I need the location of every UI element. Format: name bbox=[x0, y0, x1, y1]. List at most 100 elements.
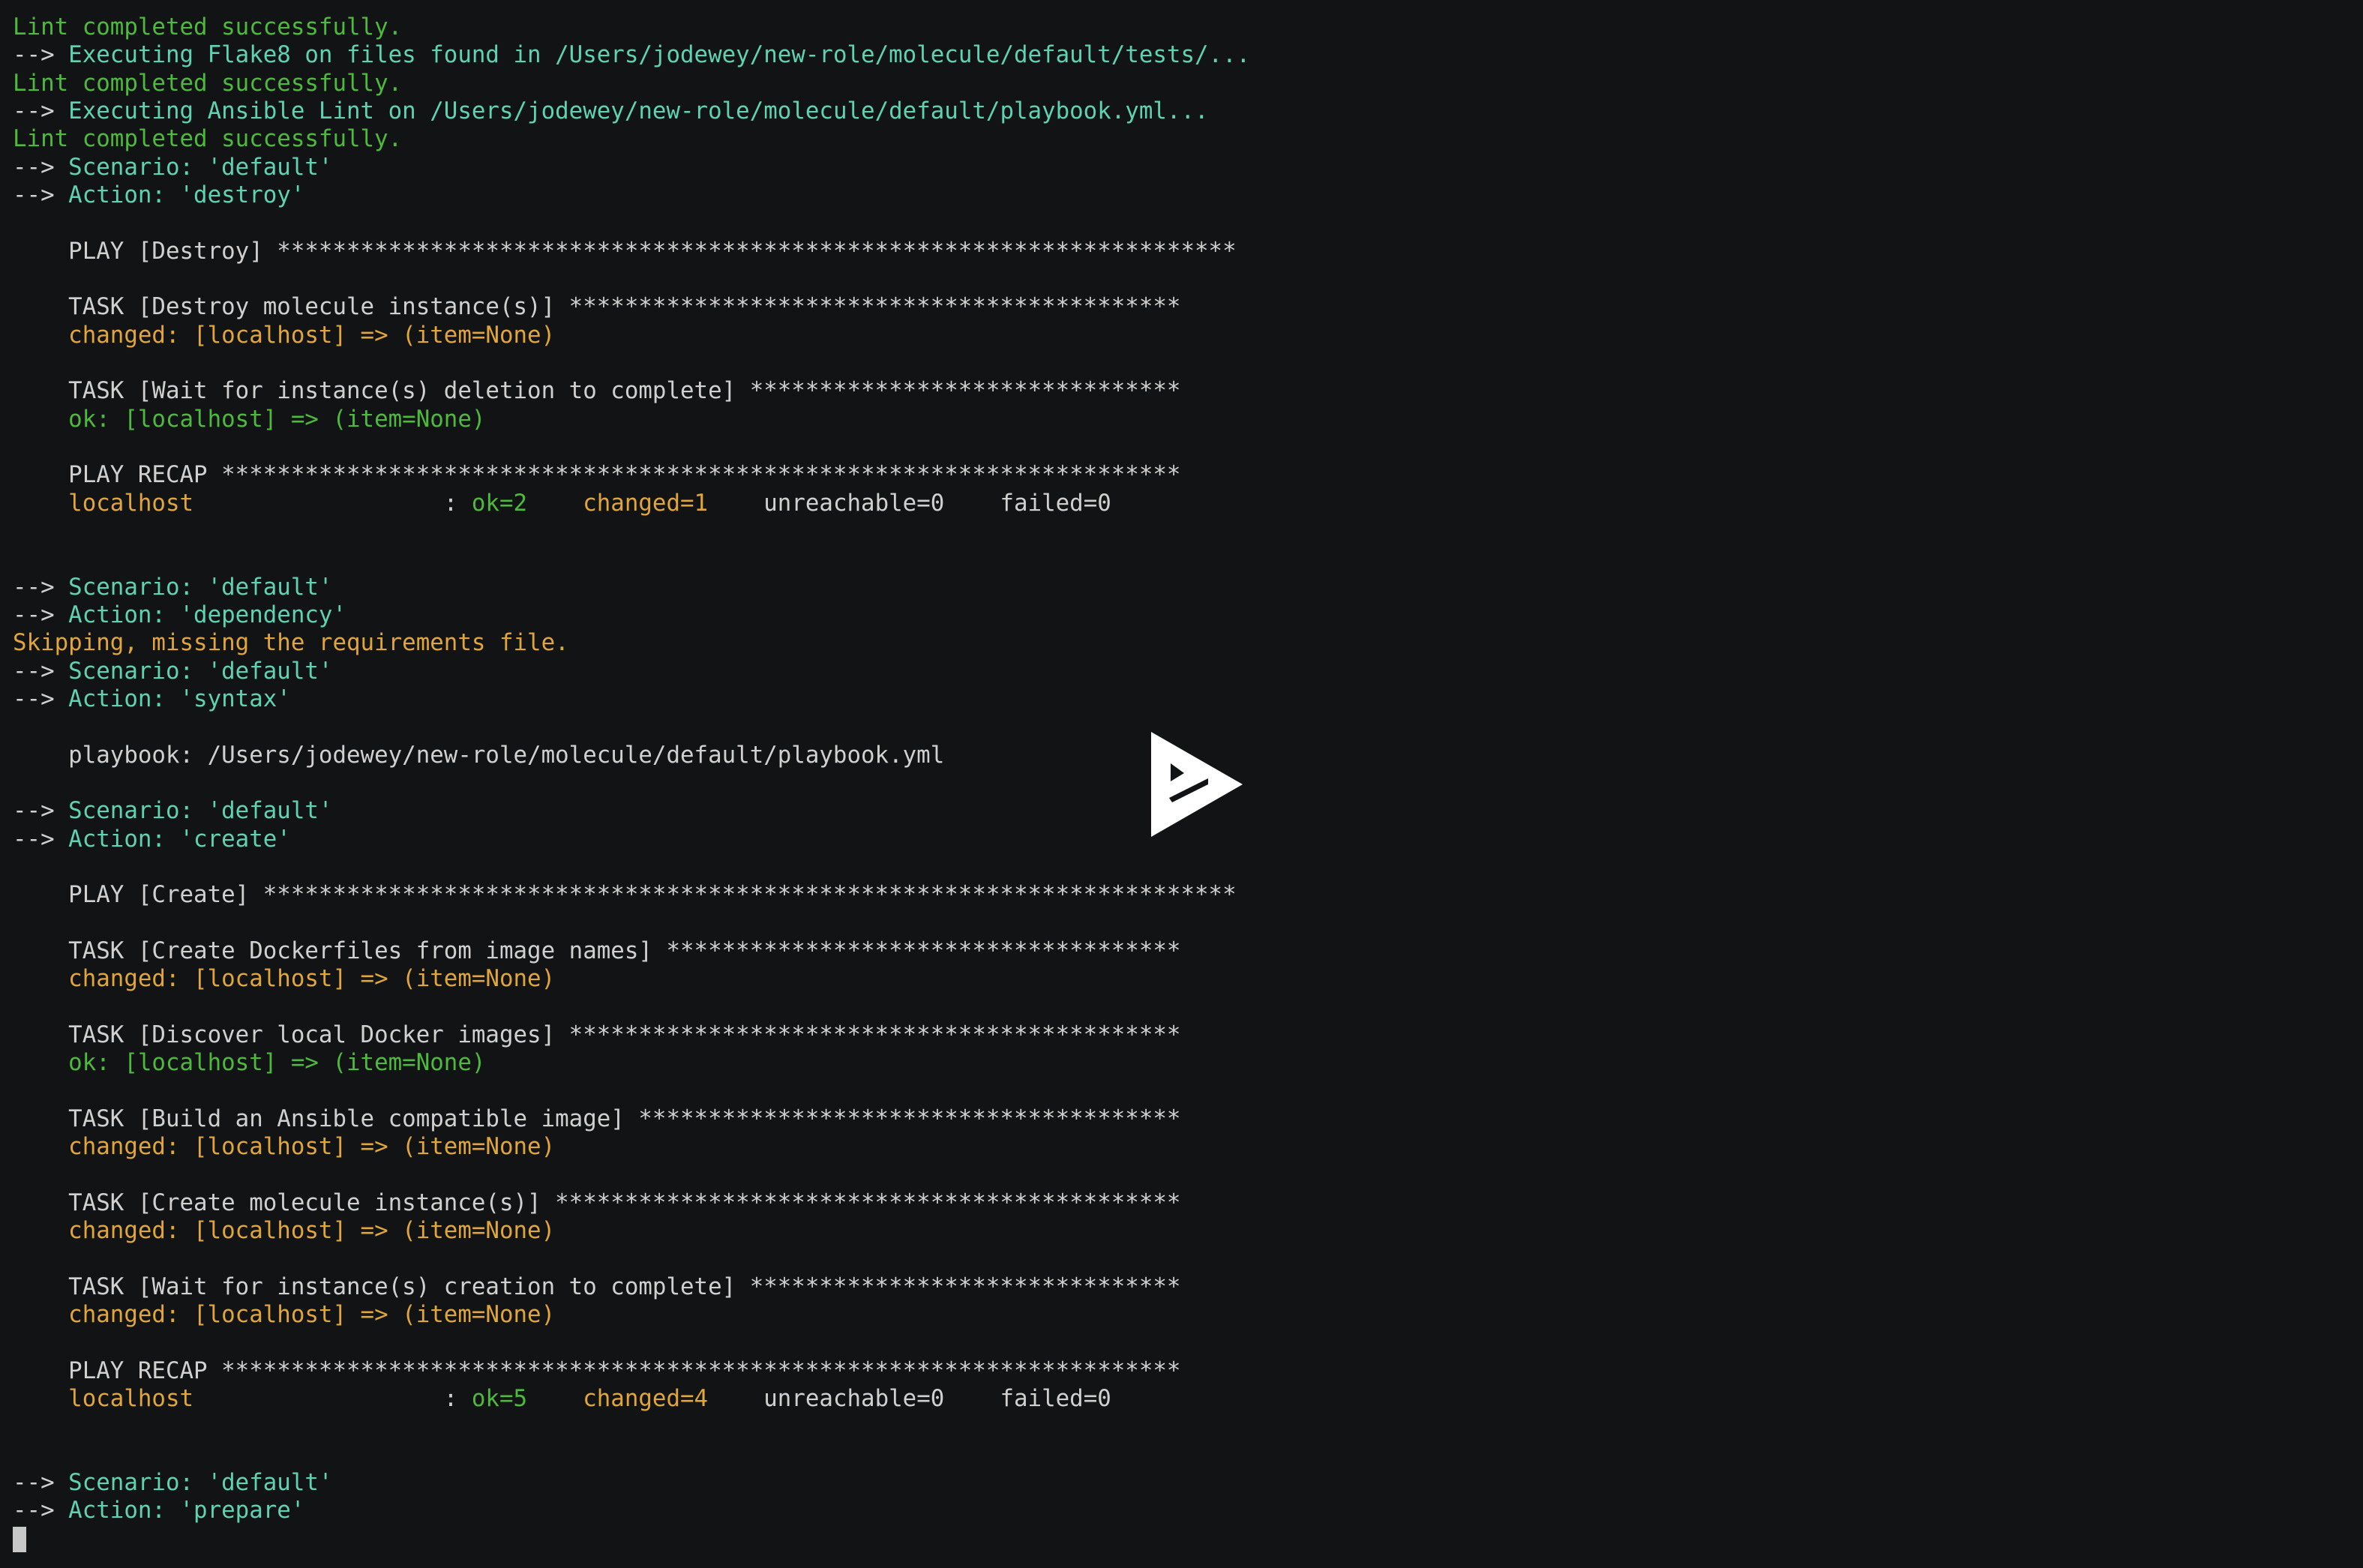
terminal-line: --> Action: 'dependency' bbox=[13, 601, 2363, 629]
terminal-text-segment: localhost bbox=[13, 489, 194, 517]
terminal-text-segment: PLAY RECAP *****************************… bbox=[13, 461, 1181, 489]
terminal-text-segment: changed: [localhost] => (item=None) bbox=[13, 965, 556, 993]
terminal-text-segment: playbook: /Users/jodewey/new-role/molecu… bbox=[13, 741, 945, 769]
terminal-text-segment: ok=2 bbox=[471, 489, 528, 517]
terminal-text-segment: Scenario: 'default' bbox=[68, 1469, 333, 1497]
terminal-text-segment: ok=5 bbox=[471, 1385, 528, 1413]
terminal-text-segment: Skipping, missing the requirements file. bbox=[13, 629, 569, 657]
terminal-text-segment: --> bbox=[13, 573, 69, 601]
terminal-text-segment: : bbox=[193, 1385, 472, 1413]
terminal-line: TASK [Create molecule instance(s)] *****… bbox=[13, 1189, 2363, 1217]
terminal-text-segment: --> bbox=[13, 181, 69, 208]
terminal-text-segment: Action: 'destroy' bbox=[68, 181, 305, 208]
terminal-text-segment: TASK [Wait for instance(s) creation to c… bbox=[13, 1273, 1181, 1300]
terminal-line: Lint completed successfully. bbox=[13, 13, 2363, 41]
terminal-text-segment: changed=4 bbox=[583, 1385, 709, 1413]
terminal-text-segment: ok: [localhost] => (item=None) bbox=[13, 405, 486, 433]
play-button[interactable] bbox=[1150, 732, 1244, 837]
terminal-text-segment: TASK [Wait for instance(s) deletion to c… bbox=[13, 377, 1181, 405]
terminal-line: --> Scenario: 'default' bbox=[13, 574, 2363, 601]
terminal-line: --> Scenario: 'default' bbox=[13, 154, 2363, 181]
terminal-text-segment: --> bbox=[13, 601, 69, 628]
terminal-text-segment: Lint completed successfully. bbox=[13, 13, 403, 40]
terminal-cursor bbox=[13, 1526, 26, 1552]
terminal-line: PLAY RECAP *****************************… bbox=[13, 461, 2363, 489]
terminal-text-segment: : bbox=[193, 489, 472, 517]
terminal-text-segment: --> bbox=[13, 685, 69, 712]
terminal-line: TASK [Build an Ansible compatible image]… bbox=[13, 1105, 2363, 1133]
terminal-line: PLAY [Create] **************************… bbox=[13, 881, 2363, 909]
terminal-text-segment: Scenario: 'default' bbox=[68, 797, 333, 825]
terminal-line: Skipping, missing the requirements file. bbox=[13, 629, 2363, 657]
terminal-line: --> Action: 'prepare' bbox=[13, 1497, 2363, 1525]
terminal-text-segment: Scenario: 'default' bbox=[68, 153, 333, 181]
terminal-text-segment: TASK [Build an Ansible compatible image]… bbox=[13, 1105, 1181, 1132]
terminal-line: TASK [Wait for instance(s) creation to c… bbox=[13, 1273, 2363, 1301]
terminal-line: changed: [localhost] => (item=None) bbox=[13, 322, 2363, 349]
terminal-text-segment: --> bbox=[13, 41, 69, 69]
terminal-text-segment: Action: 'dependency' bbox=[68, 601, 346, 628]
terminal-text-segment: changed: [localhost] => (item=None) bbox=[13, 321, 556, 349]
terminal-line: PLAY RECAP *****************************… bbox=[13, 1357, 2363, 1385]
terminal-text-segment: ok: [localhost] => (item=None) bbox=[13, 1049, 486, 1077]
terminal-line: TASK [Destroy molecule instance(s)] ****… bbox=[13, 293, 2363, 321]
terminal-text-segment: --> bbox=[13, 1469, 69, 1497]
terminal-line: changed: [localhost] => (item=None) bbox=[13, 965, 2363, 993]
terminal-line: localhost : ok=2 changed=1 unreachable=0… bbox=[13, 490, 2363, 517]
terminal-text-segment: changed=1 bbox=[583, 489, 709, 517]
terminal-text-segment: Executing Ansible Lint on /Users/jodewey… bbox=[68, 97, 1209, 124]
terminal-text-segment: --> bbox=[13, 825, 69, 853]
terminal-text-segment: unreachable=0 failed=0 bbox=[708, 489, 1111, 517]
terminal-line: TASK [Create Dockerfiles from image name… bbox=[13, 937, 2363, 965]
terminal-text-segment: Executing Flake8 on files found in /User… bbox=[68, 41, 1251, 69]
terminal-text-segment: --> bbox=[13, 97, 69, 124]
terminal-text-segment: Lint completed successfully. bbox=[13, 125, 403, 153]
terminal-text-segment: PLAY RECAP *****************************… bbox=[13, 1357, 1181, 1384]
terminal-text-segment: Lint completed successfully. bbox=[13, 69, 403, 97]
terminal-line: --> Executing Flake8 on files found in /… bbox=[13, 41, 2363, 69]
terminal-text-segment: PLAY [Destroy] *************************… bbox=[13, 237, 1237, 265]
terminal-line: --> Scenario: 'default' bbox=[13, 658, 2363, 685]
terminal-text-segment: TASK [Discover local Docker images] ****… bbox=[13, 1021, 1181, 1048]
terminal-line: PLAY [Destroy] *************************… bbox=[13, 238, 2363, 265]
terminal-text-segment: Action: 'prepare' bbox=[68, 1497, 305, 1525]
terminal-text-segment: --> bbox=[13, 657, 69, 685]
terminal-line: --> Executing Ansible Lint on /Users/jod… bbox=[13, 97, 2363, 125]
terminal-text-segment: --> bbox=[13, 1497, 69, 1525]
terminal-text-segment: unreachable=0 failed=0 bbox=[708, 1385, 1111, 1413]
terminal-line: ok: [localhost] => (item=None) bbox=[13, 406, 2363, 433]
play-icon bbox=[1151, 732, 1243, 837]
terminal-line: --> Action: 'syntax' bbox=[13, 685, 2363, 713]
terminal-text-segment: TASK [Create Dockerfiles from image name… bbox=[13, 937, 1181, 964]
terminal-text-segment: changed: [localhost] => (item=None) bbox=[13, 1217, 556, 1245]
terminal-text-segment: --> bbox=[13, 153, 69, 181]
terminal-text-segment: TASK [Destroy molecule instance(s)] ****… bbox=[13, 293, 1181, 321]
terminal-text-segment: Scenario: 'default' bbox=[68, 657, 333, 685]
prompt-line bbox=[13, 1525, 2363, 1553]
terminal-line: TASK [Wait for instance(s) deletion to c… bbox=[13, 377, 2363, 405]
terminal-text-segment: changed: [localhost] => (item=None) bbox=[13, 1301, 556, 1329]
terminal-text-segment: TASK [Create molecule instance(s)] *****… bbox=[13, 1189, 1181, 1216]
terminal-line: Lint completed successfully. bbox=[13, 70, 2363, 97]
terminal-line: localhost : ok=5 changed=4 unreachable=0… bbox=[13, 1385, 2363, 1413]
terminal-text-segment: Action: 'syntax' bbox=[68, 685, 291, 712]
terminal-text-segment: --> bbox=[13, 797, 69, 825]
terminal-text-segment: changed: [localhost] => (item=None) bbox=[13, 1133, 556, 1161]
